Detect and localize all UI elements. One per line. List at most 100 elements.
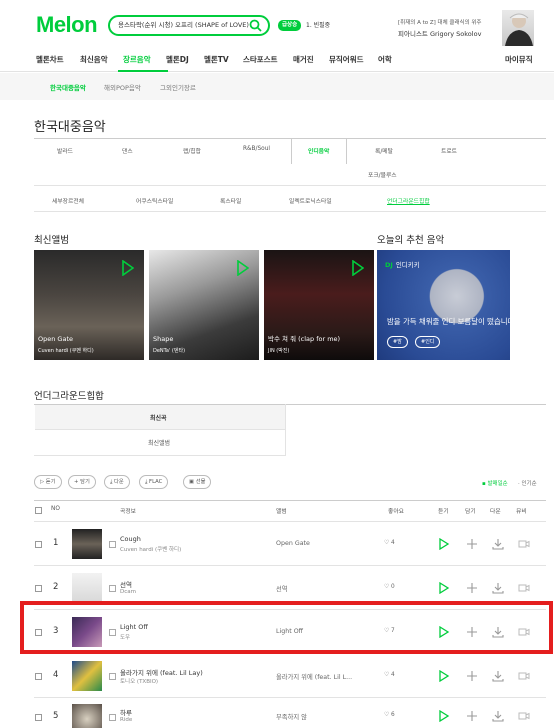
song-artist[interactable]: 도우 [120, 633, 130, 641]
song-artist[interactable]: Cuven hardi (쿠벤 하디) [120, 545, 181, 553]
dj-recommend-card[interactable]: DJ 인디키키 밤을 가득 채워줄 인디 보름달이 떴습니다 #밤 #인디 [377, 250, 510, 360]
album-card[interactable]: Shape DeNTa' (덴타) [149, 250, 259, 360]
plus-icon[interactable] [466, 538, 478, 550]
like-button[interactable]: ♡ 6 [384, 712, 395, 718]
plus-icon[interactable] [466, 582, 478, 594]
subgenre-underground[interactable]: 언더그라운드힙합 [387, 196, 430, 205]
album-artist[interactable]: DeNTa' (덴타) [153, 347, 185, 354]
search-icon[interactable] [249, 19, 262, 32]
genre-indie[interactable]: 인디음악 [308, 146, 329, 155]
promo-subtitle[interactable]: [취재의 A to Z] 대체 클래식의 위주 [398, 18, 482, 26]
sort-by-date[interactable]: ▪ 발매일순 [482, 479, 508, 487]
add-button[interactable]: + 담기 [68, 475, 96, 489]
subnav-korean[interactable]: 한국대중음악 [50, 82, 86, 92]
tab-latest-albums[interactable]: 최신앨범 [148, 438, 170, 447]
song-album[interactable]: Open Gate [276, 540, 310, 547]
download-icon[interactable] [492, 626, 504, 638]
promo-title[interactable]: 피아니스트 Grigory Sokolov [398, 28, 481, 38]
plus-icon[interactable] [466, 670, 478, 682]
album-title[interactable]: 박수 쳐 줘 (clap for me) [268, 333, 340, 343]
plus-icon[interactable] [466, 710, 478, 722]
select-all-checkbox[interactable] [35, 507, 42, 514]
subgenre-rock[interactable]: 록스타일 [220, 196, 241, 205]
download-icon[interactable] [492, 582, 504, 594]
row-checkbox[interactable] [35, 585, 42, 592]
gnb-dj[interactable]: 멜론DJ [166, 54, 189, 65]
song-title[interactable]: 올라가지 위에 (feat. Lil Lay) [120, 667, 203, 677]
row-checkbox[interactable] [35, 541, 42, 548]
gnb-magazine[interactable]: 매거진 [293, 54, 314, 65]
album-thumbnail[interactable] [72, 529, 102, 559]
song-info-icon[interactable] [109, 673, 116, 680]
album-artist[interactable]: JIN (박진) [268, 347, 289, 354]
song-album[interactable]: 올라가지 위에 (feat. Lil L... [276, 672, 352, 681]
album-artist[interactable]: Cuven hardi (쿠벤 하디) [38, 347, 94, 354]
like-button[interactable]: ♡ 0 [384, 584, 395, 590]
gnb-starpost[interactable]: 스타포스트 [243, 54, 278, 65]
mv-icon[interactable] [518, 710, 530, 722]
row-checkbox[interactable] [35, 714, 42, 721]
download-icon[interactable] [492, 538, 504, 550]
play-icon[interactable] [352, 260, 364, 276]
dj-tag[interactable]: #밤 [387, 336, 408, 348]
song-title[interactable]: 하루 [120, 707, 132, 717]
song-album[interactable]: Light Off [276, 628, 303, 635]
genre-dance[interactable]: 댄스 [122, 146, 133, 155]
genre-folk[interactable]: 포크/블루스 [368, 170, 397, 179]
play-icon[interactable] [122, 260, 134, 276]
gift-button[interactable]: ▣ 선물 [183, 475, 212, 489]
album-title[interactable]: Open Gate [38, 335, 73, 343]
like-button[interactable]: ♡ 4 [384, 672, 395, 678]
realtime-rank-text[interactable]: 1. 빈필중 [306, 20, 330, 31]
melon-logo[interactable]: Melon [36, 12, 98, 38]
mv-icon[interactable] [518, 670, 530, 682]
song-title[interactable]: 선역 [120, 579, 132, 589]
play-icon[interactable] [438, 670, 450, 682]
like-button[interactable]: ♡ 4 [384, 540, 395, 546]
play-icon[interactable] [438, 582, 450, 594]
download-icon[interactable] [492, 670, 504, 682]
play-icon[interactable] [237, 260, 249, 276]
subgenre-electronic[interactable]: 일렉트로닉스타일 [289, 196, 332, 205]
mv-icon[interactable] [518, 626, 530, 638]
flac-button[interactable]: ⤓ FLAC [139, 475, 169, 489]
album-thumbnail[interactable] [72, 573, 102, 603]
dj-tag[interactable]: #인디 [415, 336, 441, 348]
gnb-award[interactable]: 뮤직어워드 [329, 54, 364, 65]
song-title[interactable]: Cough [120, 535, 141, 543]
album-thumbnail[interactable] [72, 704, 102, 728]
gnb-mymusic[interactable]: 마이뮤직 [505, 54, 533, 65]
gnb-chart[interactable]: 멜론차트 [36, 54, 64, 65]
dj-description[interactable]: 밤을 가득 채워줄 인디 보름달이 떴습니다 [387, 316, 510, 327]
song-info-icon[interactable] [109, 585, 116, 592]
listen-button[interactable]: ▷ 듣기 [34, 475, 62, 489]
genre-rock[interactable]: 록/메탈 [375, 146, 393, 155]
genre-ballad[interactable]: 발라드 [57, 146, 73, 155]
gnb-language[interactable]: 어학 [378, 54, 392, 65]
genre-rnb[interactable]: R&B/Soul [243, 146, 270, 152]
genre-trot[interactable]: 트로트 [441, 146, 457, 155]
album-thumbnail[interactable] [72, 661, 102, 691]
sort-by-popularity[interactable]: · 인기순 [518, 479, 537, 487]
genre-hiphop[interactable]: 랩/힙합 [183, 146, 201, 155]
song-info-icon[interactable] [109, 629, 116, 636]
download-icon[interactable] [492, 710, 504, 722]
song-album[interactable]: 선역 [276, 584, 288, 593]
play-icon[interactable] [438, 626, 450, 638]
song-artist[interactable]: Ride [120, 717, 132, 723]
search-input[interactable]: 용스타락(순위 시청) 오프리 (SHAPE of LOVE) [108, 15, 270, 36]
song-info-icon[interactable] [109, 714, 116, 721]
row-checkbox[interactable] [35, 673, 42, 680]
row-checkbox[interactable] [35, 629, 42, 636]
plus-icon[interactable] [466, 626, 478, 638]
song-title[interactable]: Light Off [120, 623, 148, 631]
like-button[interactable]: ♡ 7 [384, 628, 395, 634]
tab-latest-songs[interactable]: 최신곡 [150, 413, 167, 422]
album-card[interactable]: Open Gate Cuven hardi (쿠벤 하디) [34, 250, 144, 360]
song-artist[interactable]: Dcam [120, 589, 136, 595]
album-thumbnail[interactable] [72, 617, 102, 647]
subnav-other[interactable]: 그외인기장르 [160, 82, 196, 92]
promo-photo[interactable] [502, 10, 534, 46]
song-album[interactable]: 부족하지 않 [276, 712, 307, 721]
album-title[interactable]: Shape [153, 335, 173, 343]
